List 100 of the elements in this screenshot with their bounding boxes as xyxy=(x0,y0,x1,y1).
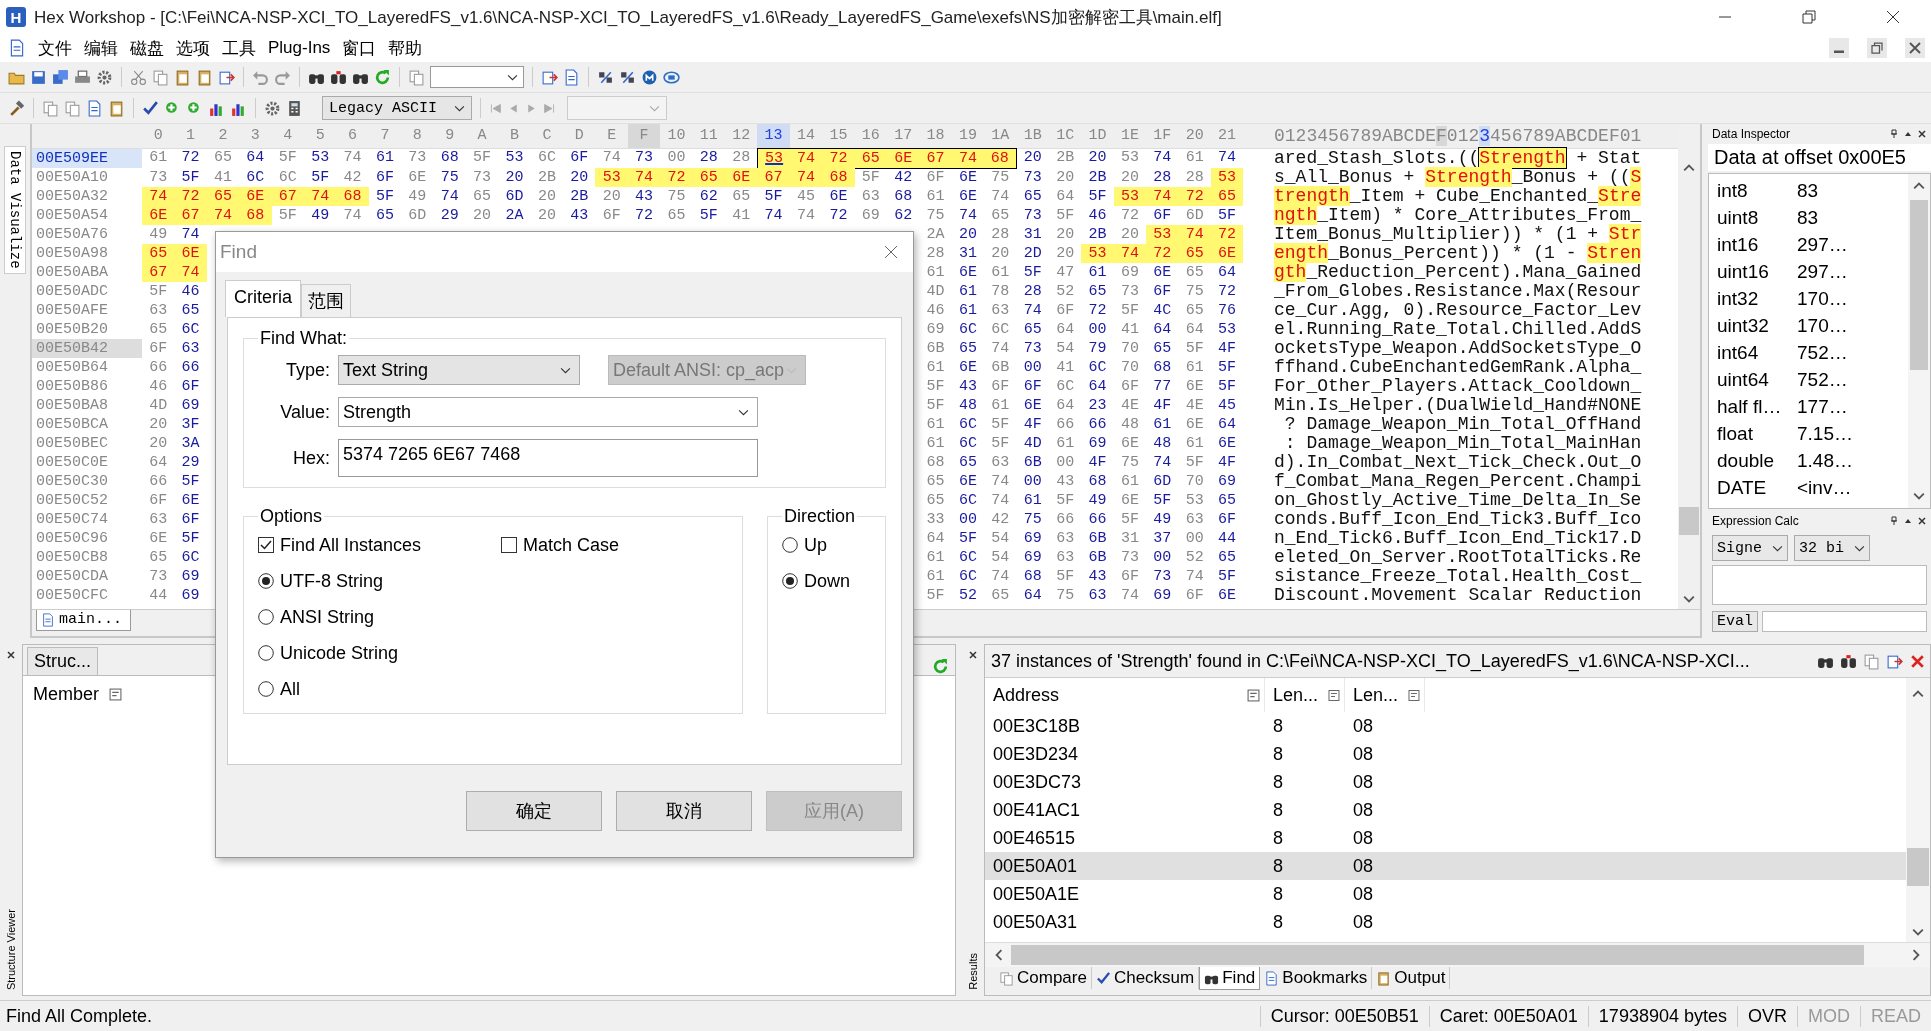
dialog-button[interactable]: 取消 xyxy=(616,791,752,831)
expression-field[interactable] xyxy=(1712,565,1927,605)
charset-dropdown[interactable]: Legacy ASCII xyxy=(322,96,472,120)
checkbox-icon[interactable] xyxy=(258,537,274,553)
structure-tab[interactable]: Struc... xyxy=(27,647,98,675)
menu-item[interactable]: 帮助 xyxy=(388,36,423,60)
pin-icon[interactable] xyxy=(1889,516,1899,527)
scroll-up-icon[interactable] xyxy=(1913,181,1925,190)
scissors-icon[interactable] xyxy=(130,68,147,86)
copy-icon[interactable] xyxy=(42,99,59,117)
menu-item[interactable]: 磁盘 xyxy=(130,36,164,60)
caret-icon[interactable] xyxy=(738,408,749,416)
scrollbar[interactable] xyxy=(1678,124,1700,609)
menu-item[interactable]: 工具 xyxy=(222,36,256,60)
hex-field[interactable]: 5374 7265 6E67 7468 xyxy=(338,439,758,477)
radio-icon[interactable] xyxy=(258,681,274,697)
document-tab[interactable]: main... xyxy=(36,610,131,631)
column-header[interactable]: Len... xyxy=(1353,684,1399,706)
menu-item[interactable]: 文件 xyxy=(38,36,72,60)
close-icon[interactable] xyxy=(1917,128,1927,139)
radio-icon[interactable] xyxy=(258,645,274,661)
result-row[interactable]: 00E41AC1 8 08 xyxy=(985,796,1906,824)
results-tab[interactable]: Bookmarks xyxy=(1260,967,1373,989)
results-tab[interactable]: Compare xyxy=(995,967,1092,989)
circle-icon[interactable] xyxy=(641,68,658,86)
caret-icon[interactable] xyxy=(1854,544,1865,552)
save-icon[interactable] xyxy=(30,68,47,86)
result-row[interactable]: 00E3D234 8 08 xyxy=(985,740,1906,768)
disks-icon[interactable] xyxy=(52,68,69,86)
radio-icon[interactable] xyxy=(258,609,274,625)
value-field[interactable]: Strength xyxy=(338,397,758,427)
close-icon[interactable] xyxy=(883,244,899,260)
refresh-icon[interactable] xyxy=(374,68,391,86)
structure-viewer-label[interactable]: Structure Viewer xyxy=(5,908,17,990)
dialog-tab[interactable]: 范围 xyxy=(301,284,351,317)
refresh-icon[interactable] xyxy=(932,658,949,675)
clipboard-icon[interactable] xyxy=(196,68,213,86)
result-row[interactable]: 00E46515 8 08 xyxy=(985,824,1906,852)
menu-item[interactable]: Plug-Ins xyxy=(268,38,331,58)
dialog-button[interactable]: 确定 xyxy=(466,791,602,831)
radio-button[interactable]: ANSI String xyxy=(258,603,728,631)
scroll-down-icon[interactable] xyxy=(1683,595,1695,603)
calculator-icon[interactable] xyxy=(286,99,303,117)
result-row[interactable]: 00E3DC73 8 08 xyxy=(985,768,1906,796)
clipboard-icon[interactable] xyxy=(108,99,125,117)
radio-icon[interactable] xyxy=(782,573,798,589)
scrollbar[interactable] xyxy=(1908,173,1930,509)
column-header[interactable]: Len... xyxy=(1273,684,1319,706)
scroll-thumb[interactable] xyxy=(1910,199,1928,370)
radio-icon[interactable] xyxy=(258,573,274,589)
copy-icon[interactable] xyxy=(64,99,81,117)
document-icon[interactable] xyxy=(563,68,580,86)
sort-icon[interactable] xyxy=(1328,688,1340,702)
copy-icon[interactable] xyxy=(152,68,169,86)
caret-icon[interactable] xyxy=(560,366,571,374)
radio-button[interactable]: UTF-8 String xyxy=(258,567,728,595)
results-label[interactable]: Results xyxy=(967,953,979,990)
radio-icon[interactable] xyxy=(782,537,798,553)
hammer-icon[interactable] xyxy=(8,99,25,117)
pin-icon[interactable] xyxy=(1889,128,1899,139)
scroll-up-icon[interactable] xyxy=(1683,164,1695,172)
radio-button[interactable]: Up xyxy=(782,531,871,559)
document-icon[interactable] xyxy=(86,99,103,117)
result-row[interactable]: 00E3C18B 8 08 xyxy=(985,712,1906,740)
caret-icon[interactable] xyxy=(507,73,518,81)
result-row[interactable]: 00E50A1E 8 08 xyxy=(985,880,1906,908)
result-row[interactable]: 00E50A01 8 08 xyxy=(985,852,1906,880)
type-dropdown[interactable]: Text String xyxy=(338,355,580,385)
sign-dropdown[interactable]: Signe xyxy=(1712,535,1788,562)
sort-icon[interactable] xyxy=(109,688,122,701)
scroll-right-icon[interactable] xyxy=(1912,949,1920,961)
scrollbar[interactable] xyxy=(1906,678,1930,942)
column-header[interactable]: Member xyxy=(33,684,99,705)
close-icon[interactable] xyxy=(6,650,16,660)
data-visualize-tab[interactable]: Data Visualize xyxy=(4,146,26,274)
checkmark-icon[interactable] xyxy=(142,99,159,117)
checkbox[interactable]: Find All Instances xyxy=(258,531,422,559)
gear-icon[interactable] xyxy=(264,99,281,117)
result-field[interactable] xyxy=(1762,611,1927,632)
checkbox-icon[interactable] xyxy=(501,537,518,553)
radio-button[interactable]: Unicode String xyxy=(258,639,728,667)
menu-item[interactable]: 编辑 xyxy=(84,36,118,60)
scroll-up-icon[interactable] xyxy=(1912,690,1924,698)
minimize-icon[interactable] xyxy=(1829,38,1849,58)
document-icon[interactable] xyxy=(8,39,26,57)
restore-icon[interactable] xyxy=(1801,9,1817,25)
scroll-down-icon[interactable] xyxy=(1912,928,1924,936)
scrollbar[interactable] xyxy=(985,942,1930,967)
binoculars-icon[interactable] xyxy=(1840,652,1857,670)
gear-icon[interactable] xyxy=(96,68,113,86)
menu-item[interactable]: 选项 xyxy=(176,36,210,60)
eval-button[interactable]: Eval xyxy=(1712,611,1758,632)
scroll-thumb[interactable] xyxy=(1011,945,1864,965)
close-icon[interactable] xyxy=(1905,38,1925,58)
scroll-thumb[interactable] xyxy=(1907,848,1929,886)
scroll-thumb[interactable] xyxy=(1679,507,1699,535)
close-icon[interactable] xyxy=(1885,9,1901,25)
caret-icon[interactable] xyxy=(454,104,465,112)
sort-icon[interactable] xyxy=(1247,688,1260,702)
printer-icon[interactable] xyxy=(74,68,91,86)
